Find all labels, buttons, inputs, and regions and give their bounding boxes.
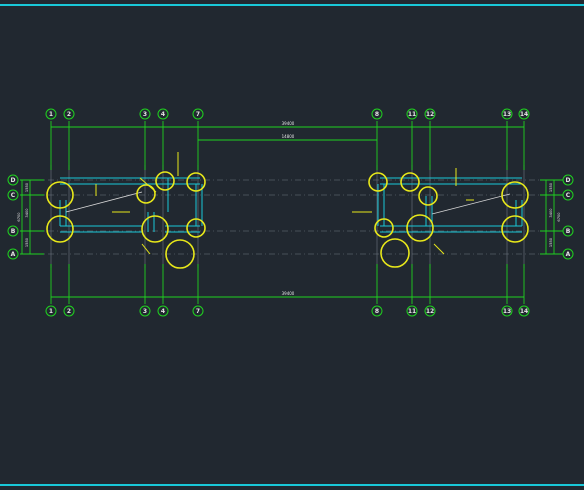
axis-bubble-top-text: 13 <box>503 111 511 118</box>
axis-bubble-left-text: C <box>11 192 16 199</box>
dim-text-left-segment: 1550 <box>25 237 29 247</box>
dim-text-right-total: 6700 <box>557 212 561 222</box>
axis-bubble-top-text: 2 <box>67 111 71 118</box>
axis-bubble-bottom-text: 8 <box>375 308 379 315</box>
axis-bubble-right-text: A <box>566 251 571 258</box>
axis-bubble-top-text: 7 <box>196 111 200 118</box>
beams <box>59 152 523 255</box>
axis-bubble-top-text: 12 <box>426 111 434 118</box>
axis-bubble-left-text: D <box>11 177 16 184</box>
axis-bubble-bottom-text: 7 <box>196 308 200 315</box>
axis-bubble-bottom-text: 14 <box>520 308 528 315</box>
column-circle <box>141 215 169 243</box>
dim-text-right-segment: 1550 <box>549 237 553 247</box>
axis-bubble-bottom-text: 3 <box>143 308 147 315</box>
axis-bubble-top-text: 11 <box>408 111 416 118</box>
dim-text-right-segment: 1550 <box>549 182 553 192</box>
axis-bubble-top-text: 3 <box>143 111 147 118</box>
column-circle <box>136 184 156 204</box>
axis-bubble-top-text: 8 <box>375 111 379 118</box>
columns <box>46 171 529 269</box>
axis-bubble-right-text: D <box>566 177 571 184</box>
column-circle <box>406 214 434 242</box>
axis-bubble-right-text: C <box>566 192 571 199</box>
dim-text-left-segment: 1550 <box>25 182 29 192</box>
column-circle <box>400 172 420 192</box>
axis-bubble-bottom-text: 1 <box>49 308 53 315</box>
dim-text-left-total: 6700 <box>17 212 21 222</box>
axis-bubble-left-text: B <box>11 228 16 235</box>
column-circle <box>155 171 175 191</box>
axis-bubble-right-text: B <box>566 228 571 235</box>
tie-line <box>431 193 511 215</box>
axis-bubble-bottom-text: 12 <box>426 308 434 315</box>
stub-mark <box>141 243 151 255</box>
cad-drawing: 39400 14800 39400 1550 3400 1550 6700 1550 3400 1… <box>7 108 574 317</box>
axis-bubble-bottom-text: 13 <box>503 308 511 315</box>
axis-bubble-top-text: 1 <box>49 111 53 118</box>
axis-bubble-bottom-text: 4 <box>161 308 165 315</box>
axis-bubble-left-text: A <box>11 251 16 258</box>
stub-mark <box>433 243 445 255</box>
column-circle <box>418 186 438 206</box>
grid-lines <box>22 165 562 268</box>
dim-text-top-mid: 14800 <box>282 134 295 139</box>
dim-text-left-segment: 3400 <box>25 208 29 218</box>
dim-text-right-segment: 3400 <box>549 208 553 218</box>
dimension-lines: 39400 14800 39400 1550 3400 1550 6700 1550 3400 1… <box>17 121 563 304</box>
axis-bubble-top-text: 14 <box>520 111 528 118</box>
dim-text-bottom-overall: 39400 <box>282 291 295 296</box>
axis-bubble-bottom-text: 2 <box>67 308 71 315</box>
dim-text-top-overall: 39400 <box>282 121 295 126</box>
column-circle <box>380 238 410 268</box>
axis-bubble-top-text: 4 <box>161 111 165 118</box>
axis-bubble-bottom-text: 11 <box>408 308 416 315</box>
